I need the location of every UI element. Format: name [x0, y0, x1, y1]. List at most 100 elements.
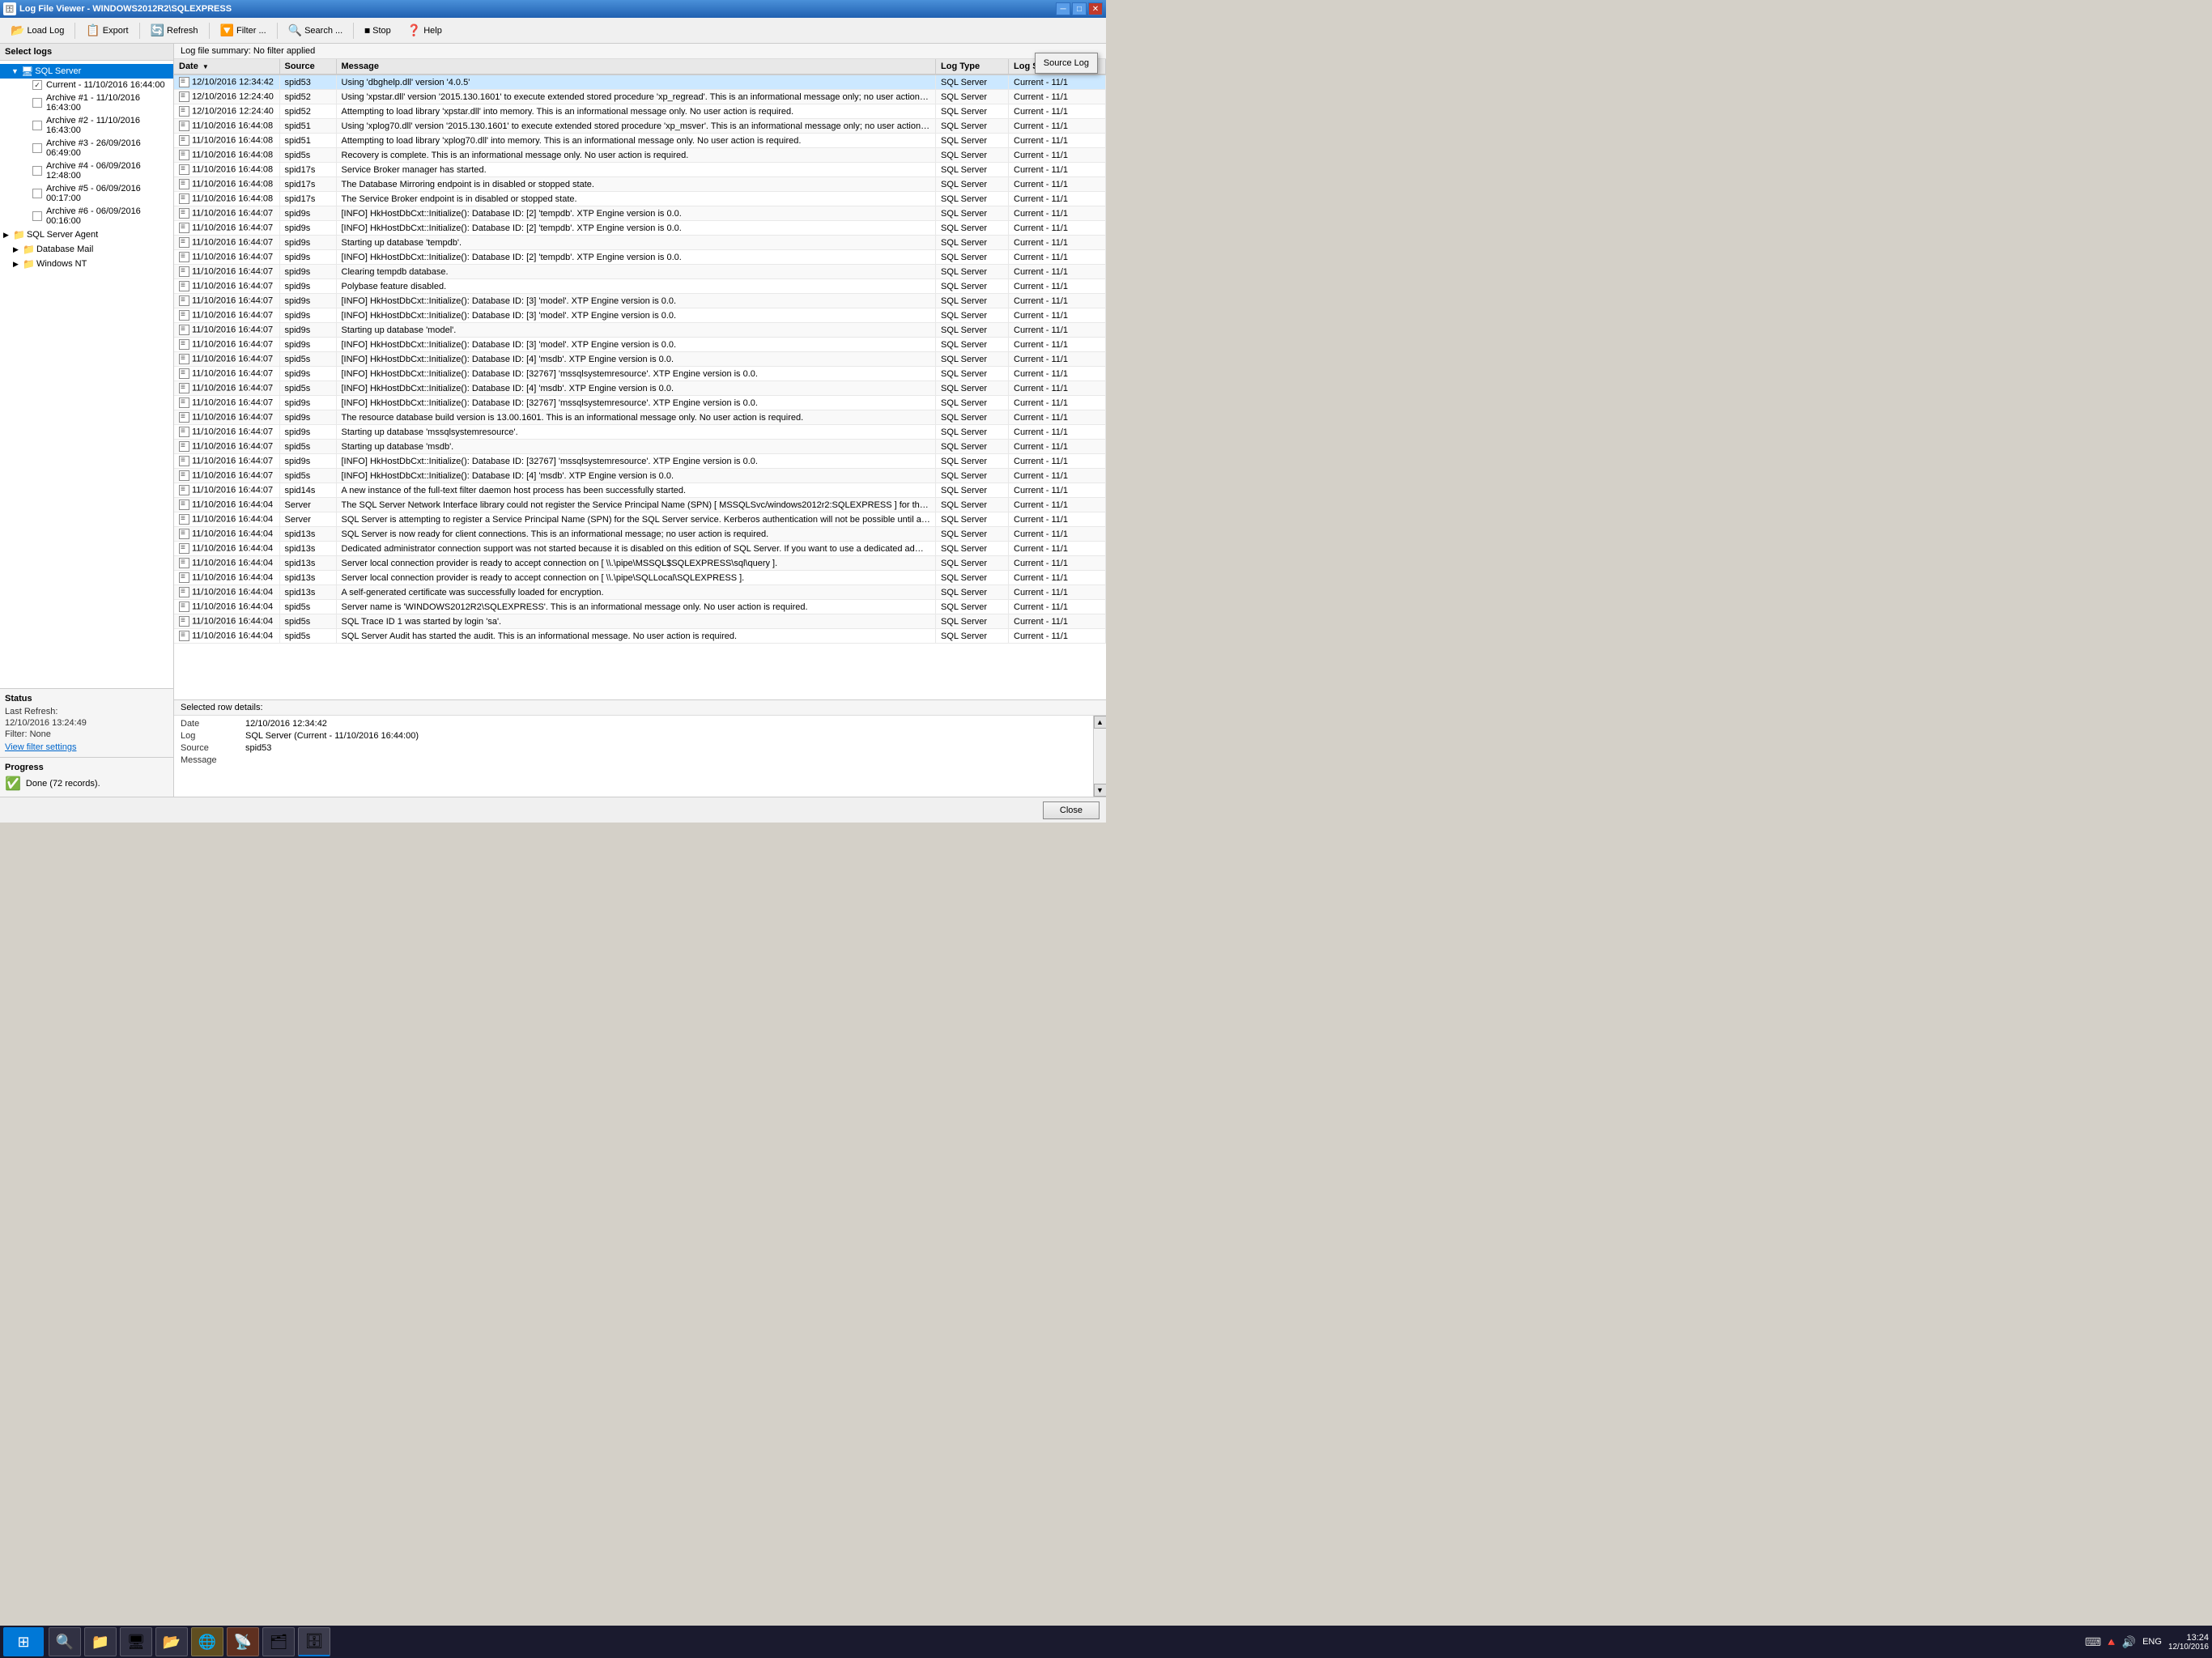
- refresh-button[interactable]: 🔄 Refresh: [143, 20, 206, 41]
- sidebar-item-archive5[interactable]: Archive #5 - 06/09/2016 00:17:00: [0, 182, 173, 205]
- toolbar: 📂 Load Log 📋 Export 🔄 Refresh 🔽 Filter .…: [0, 18, 1106, 44]
- archive2-checkbox[interactable]: [32, 121, 42, 130]
- table-row[interactable]: 11/10/2016 16:44:07 spid9s [INFO] HkHost…: [174, 367, 1106, 381]
- table-row[interactable]: 11/10/2016 16:44:07 spid9s Clearing temp…: [174, 265, 1106, 279]
- table-row[interactable]: 11/10/2016 16:44:08 spid5s Recovery is c…: [174, 148, 1106, 163]
- sidebar-item-windows-nt[interactable]: ▶ 📁 Windows NT: [0, 257, 173, 271]
- cell-message: Service Broker manager has started.: [336, 163, 936, 177]
- table-row[interactable]: 11/10/2016 16:44:07 spid5s Starting up d…: [174, 440, 1106, 454]
- table-row[interactable]: 11/10/2016 16:44:08 spid17s The Database…: [174, 177, 1106, 192]
- view-filter-settings-link[interactable]: View filter settings: [5, 742, 76, 752]
- table-row[interactable]: 11/10/2016 16:44:07 spid9s [INFO] HkHost…: [174, 294, 1106, 308]
- table-row[interactable]: 11/10/2016 16:44:08 spid51 Attempting to…: [174, 134, 1106, 148]
- load-log-button[interactable]: 📂 Load Log: [3, 20, 71, 41]
- table-row[interactable]: 12/10/2016 12:24:40 spid52 Attempting to…: [174, 104, 1106, 119]
- minimize-button[interactable]: ─: [1056, 2, 1070, 15]
- log-entry-icon: [179, 587, 189, 597]
- cell-logtype: SQL Server: [936, 352, 1009, 367]
- table-row[interactable]: 11/10/2016 16:44:07 spid9s Polybase feat…: [174, 279, 1106, 294]
- archive6-checkbox[interactable]: [32, 211, 42, 221]
- col-header-source[interactable]: Source: [279, 59, 336, 74]
- table-row[interactable]: 11/10/2016 16:44:08 spid17s Service Brok…: [174, 163, 1106, 177]
- close-button[interactable]: Close: [1043, 801, 1100, 819]
- table-row[interactable]: 11/10/2016 16:44:07 spid9s [INFO] HkHost…: [174, 396, 1106, 410]
- cell-logsource: Current - 11/1: [1009, 527, 1106, 542]
- sidebar-item-archive6[interactable]: Archive #6 - 06/09/2016 00:16:00: [0, 205, 173, 227]
- maximize-button[interactable]: □: [1072, 2, 1087, 15]
- log-entry-icon: [179, 368, 189, 379]
- cell-date: 11/10/2016 16:44:04: [174, 614, 279, 629]
- table-row[interactable]: 11/10/2016 16:44:04 Server The SQL Serve…: [174, 498, 1106, 512]
- table-row[interactable]: 11/10/2016 16:44:07 spid9s [INFO] HkHost…: [174, 206, 1106, 221]
- current-checkbox[interactable]: ✓: [32, 80, 42, 90]
- table-row[interactable]: 11/10/2016 16:44:07 spid5s [INFO] HkHost…: [174, 352, 1106, 367]
- table-row[interactable]: 11/10/2016 16:44:04 spid13s A self-gener…: [174, 585, 1106, 600]
- table-row[interactable]: 11/10/2016 16:44:07 spid9s Starting up d…: [174, 323, 1106, 338]
- sidebar-item-archive3[interactable]: Archive #3 - 26/09/2016 06:49:00: [0, 137, 173, 159]
- table-row[interactable]: 11/10/2016 16:44:07 spid9s [INFO] HkHost…: [174, 338, 1106, 352]
- table-row[interactable]: 11/10/2016 16:44:07 spid9s The resource …: [174, 410, 1106, 425]
- archive4-checkbox[interactable]: [32, 166, 42, 176]
- cell-message: Server name is 'WINDOWS2012R2\SQLEXPRESS…: [336, 600, 936, 614]
- log-entry-icon: [179, 631, 189, 641]
- sidebar-item-archive4[interactable]: Archive #4 - 06/09/2016 12:48:00: [0, 159, 173, 182]
- table-row[interactable]: 11/10/2016 16:44:07 spid5s [INFO] HkHost…: [174, 469, 1106, 483]
- cell-source: spid9s: [279, 367, 336, 381]
- scroll-up-button[interactable]: ▲: [1094, 716, 1107, 729]
- progress-row: ✅ Done (72 records).: [5, 776, 168, 792]
- table-row[interactable]: 11/10/2016 16:44:07 spid14s A new instan…: [174, 483, 1106, 498]
- col-header-message[interactable]: Message: [336, 59, 936, 74]
- col-header-logtype[interactable]: Log Type: [936, 59, 1009, 74]
- help-button[interactable]: ❓ Help: [400, 20, 449, 41]
- details-scrollbar[interactable]: ▲ ▼: [1093, 716, 1106, 797]
- table-row[interactable]: 11/10/2016 16:44:07 spid9s [INFO] HkHost…: [174, 454, 1106, 469]
- table-row[interactable]: 11/10/2016 16:44:07 spid9s [INFO] HkHost…: [174, 250, 1106, 265]
- table-row[interactable]: 11/10/2016 16:44:07 spid9s [INFO] HkHost…: [174, 308, 1106, 323]
- cell-logsource: Current - 11/1: [1009, 410, 1106, 425]
- log-entry-icon: [179, 77, 189, 87]
- table-row[interactable]: 11/10/2016 16:44:07 spid9s Starting up d…: [174, 236, 1106, 250]
- table-row[interactable]: 11/10/2016 16:44:07 spid9s Starting up d…: [174, 425, 1106, 440]
- table-row[interactable]: 11/10/2016 16:44:04 spid5s SQL Trace ID …: [174, 614, 1106, 629]
- archive5-checkbox[interactable]: [32, 189, 42, 198]
- details-date-value: 12/10/2016 12:34:42: [245, 719, 1087, 729]
- archive5-label: Archive #5 - 06/09/2016 00:17:00: [46, 184, 170, 203]
- cell-logsource: Current - 11/1: [1009, 338, 1106, 352]
- cell-source: Server: [279, 498, 336, 512]
- table-row[interactable]: 11/10/2016 16:44:04 spid13s Server local…: [174, 571, 1106, 585]
- archive3-checkbox[interactable]: [32, 143, 42, 153]
- table-row[interactable]: 11/10/2016 16:44:04 spid5s Server name i…: [174, 600, 1106, 614]
- sidebar-item-archive2[interactable]: Archive #2 - 11/10/2016 16:43:00: [0, 114, 173, 137]
- search-button[interactable]: 🔍 Search ...: [281, 20, 351, 41]
- window-close-button[interactable]: ✕: [1088, 2, 1103, 15]
- col-header-date[interactable]: Date ▼: [174, 59, 279, 74]
- table-row[interactable]: 11/10/2016 16:44:04 Server SQL Server is…: [174, 512, 1106, 527]
- scroll-down-button[interactable]: ▼: [1094, 784, 1107, 797]
- details-panel: Selected row details: Date 12/10/2016 12…: [174, 699, 1106, 797]
- sidebar-item-sql-server[interactable]: ▼ 🖥 SQL Server: [0, 64, 173, 79]
- table-row[interactable]: 11/10/2016 16:44:04 spid13s Dedicated ad…: [174, 542, 1106, 556]
- filter-button[interactable]: 🔽 Filter ...: [213, 20, 274, 41]
- sidebar-item-archive1[interactable]: Archive #1 - 11/10/2016 16:43:00: [0, 91, 173, 114]
- table-row[interactable]: 11/10/2016 16:44:04 spid5s SQL Server Au…: [174, 629, 1106, 644]
- sidebar-item-current[interactable]: ✓ Current - 11/10/2016 16:44:00: [0, 79, 173, 91]
- sidebar-item-sql-agent[interactable]: ▶ 📁 SQL Server Agent: [0, 227, 173, 242]
- table-row[interactable]: 11/10/2016 16:44:08 spid51 Using 'xplog7…: [174, 119, 1106, 134]
- stop-button[interactable]: ⏹ Stop: [357, 20, 398, 41]
- log-table-container[interactable]: Date ▼ Source Message Log Type Log Sourc…: [174, 59, 1106, 699]
- log-entry-icon: [179, 193, 189, 204]
- table-row[interactable]: 12/10/2016 12:34:42 spid53 Using 'dbghel…: [174, 74, 1106, 90]
- sidebar-item-db-mail[interactable]: ▶ 📁 Database Mail: [0, 242, 173, 257]
- table-row[interactable]: 11/10/2016 16:44:07 spid5s [INFO] HkHost…: [174, 381, 1106, 396]
- log-entry-icon: [179, 135, 189, 146]
- progress-title: Progress: [5, 763, 168, 772]
- log-entry-icon: [179, 106, 189, 117]
- help-icon: ❓: [407, 23, 421, 37]
- table-row[interactable]: 11/10/2016 16:44:04 spid13s Server local…: [174, 556, 1106, 571]
- table-row[interactable]: 11/10/2016 16:44:04 spid13s SQL Server i…: [174, 527, 1106, 542]
- archive1-checkbox[interactable]: [32, 98, 42, 108]
- export-button[interactable]: 📋 Export: [79, 20, 135, 41]
- table-row[interactable]: 12/10/2016 12:24:40 spid52 Using 'xpstar…: [174, 90, 1106, 104]
- table-row[interactable]: 11/10/2016 16:44:08 spid17s The Service …: [174, 192, 1106, 206]
- table-row[interactable]: 11/10/2016 16:44:07 spid9s [INFO] HkHost…: [174, 221, 1106, 236]
